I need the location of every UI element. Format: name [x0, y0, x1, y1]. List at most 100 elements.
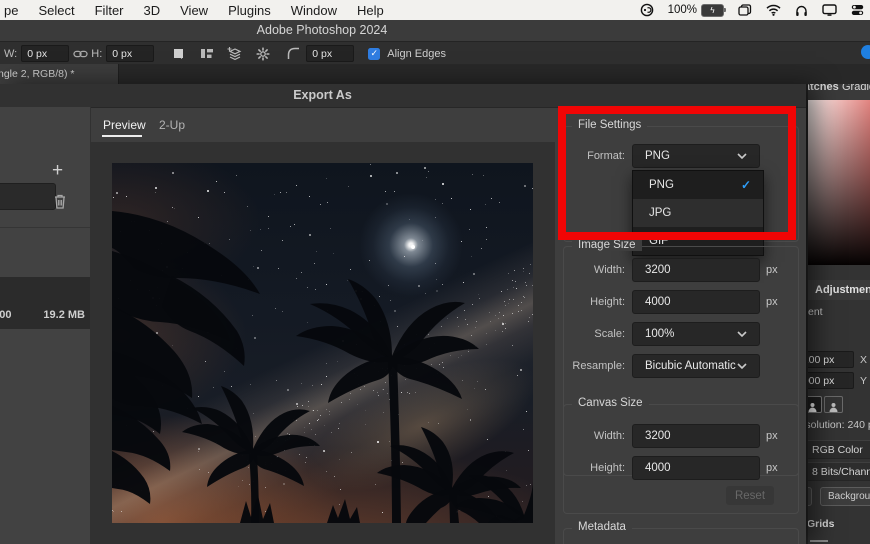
width-option-label: W:: [4, 47, 18, 60]
corner-radius-icon: [282, 45, 304, 63]
path-alignment-icon[interactable]: [196, 45, 218, 63]
metadata-header: Metadata: [572, 521, 632, 533]
document-tab-label: ngle 2, RGB/8) *: [0, 68, 75, 80]
add-scale-button[interactable]: +: [52, 161, 63, 180]
preview-image[interactable]: [112, 163, 533, 523]
battery-indicator[interactable]: 100% ϟ: [667, 3, 726, 17]
menu-bar-status-area: 100% ϟ: [640, 0, 864, 20]
x-label: X: [860, 354, 868, 366]
canvas-height-label: Height:: [590, 462, 625, 474]
image-height-label: Height:: [590, 296, 625, 308]
app-title: Adobe Photoshop 2024: [256, 23, 388, 37]
dialog-title: Export As: [293, 88, 352, 102]
bit-depth-row[interactable]: 8 Bits/Channel: [806, 462, 870, 481]
image-width-label: Width:: [593, 264, 625, 276]
metadata-section: Metadata: [563, 521, 799, 544]
menu-item-help[interactable]: Help: [347, 3, 394, 18]
menu-item-3d[interactable]: 3D: [134, 3, 171, 18]
notification-badge: [861, 45, 870, 59]
shape-height-field[interactable]: 0 px: [106, 45, 155, 62]
grids-section-label: Grids: [807, 518, 835, 530]
app-title-bar: Adobe Photoshop 2024: [0, 20, 870, 41]
adjustments-header-label: Adjustments: [815, 284, 870, 296]
highlight-rectangle: [558, 106, 796, 240]
landscape-orientation-icon[interactable]: [824, 396, 843, 413]
canvas-width-value: 3200: [645, 430, 671, 442]
shape-settings-gear-icon[interactable]: [252, 45, 274, 63]
color-gradient-field[interactable]: [808, 100, 870, 265]
canvas-height-value: 4000: [645, 462, 671, 474]
canvas-height-unit: px: [766, 462, 778, 474]
export-size-row[interactable]: 4000 19.2 MB: [0, 277, 90, 329]
tool-options-bar: W: 0 px H: 0 px 0 px ✓ Align Edges: [0, 41, 870, 65]
menu-item-filter[interactable]: Filter: [85, 3, 134, 18]
height-option-label: H:: [91, 47, 103, 60]
adjustments-panel-header[interactable]: Adjustments: [806, 280, 870, 300]
resample-label: Resample:: [572, 360, 625, 372]
scale-dropdown[interactable]: 100%: [632, 322, 760, 346]
scale-label: Scale:: [594, 328, 625, 340]
shape-width-field[interactable]: 0 px: [21, 45, 70, 62]
stage-manager-icon[interactable]: [738, 4, 752, 16]
active-tab-underline: [102, 135, 142, 137]
color-mode-label: RGB Color: [812, 443, 863, 456]
menu-item-type[interactable]: pe: [0, 3, 28, 18]
creative-cloud-icon[interactable]: [640, 3, 654, 17]
canvas-size-header: Canvas Size: [572, 397, 649, 409]
y-label: Y: [860, 375, 868, 387]
preview-area: [91, 142, 555, 544]
battery-percent-label: 100%: [667, 4, 697, 16]
link-dimensions-icon[interactable]: [69, 45, 91, 63]
divider: [0, 227, 90, 228]
image-height-field[interactable]: 4000: [632, 290, 760, 314]
wifi-icon[interactable]: [766, 4, 781, 16]
background-button[interactable]: Background: [820, 487, 870, 506]
battery-icon: ϟ: [701, 3, 726, 17]
reset-button[interactable]: Reset: [726, 486, 774, 505]
chevron-down-icon: [737, 363, 747, 369]
chevron-down-icon: [737, 331, 747, 337]
export-size-value: 4000: [0, 309, 12, 321]
resample-dropdown[interactable]: Bicubic Automatic: [632, 354, 760, 378]
suffix-field[interactable]: [0, 183, 56, 210]
scale-list-panel: + 4000 19.2 MB: [0, 107, 91, 544]
document-tab-bar: ngle 2, RGB/8) *: [0, 64, 870, 84]
canvas-height-field[interactable]: 4000: [632, 456, 760, 480]
image-width-field[interactable]: 3200: [632, 258, 760, 282]
tab-preview[interactable]: Preview: [103, 118, 146, 132]
background-button-label: Background: [828, 491, 870, 502]
dialog-title-bar[interactable]: Export As: [0, 84, 806, 108]
export-file-size: 19.2 MB: [43, 309, 85, 321]
image-height-value: 4000: [645, 296, 671, 308]
image-height-unit: px: [766, 296, 778, 308]
macos-menu-bar: pe Select Filter 3D View Plugins Window …: [0, 0, 870, 20]
align-edges-checkbox[interactable]: ✓: [368, 47, 381, 60]
grids-divider: [810, 540, 828, 542]
menu-item-view[interactable]: View: [170, 3, 218, 18]
align-edges-label: Align Edges: [387, 47, 446, 60]
path-operations-icon[interactable]: [168, 45, 190, 63]
canvas-width-label: Width:: [593, 430, 625, 442]
photoshop-screen: pe Select Filter 3D View Plugins Window …: [0, 0, 870, 544]
control-center-icon[interactable]: [851, 4, 864, 16]
menu-item-select[interactable]: Select: [28, 3, 84, 18]
palm-silhouettes: [112, 211, 533, 523]
headphones-icon[interactable]: [795, 4, 808, 17]
resample-value: Bicubic Automatic: [645, 360, 736, 372]
tab-2up[interactable]: 2-Up: [159, 118, 185, 132]
delete-scale-icon[interactable]: [53, 193, 67, 214]
scale-value: 100%: [645, 328, 675, 340]
document-tab[interactable]: ngle 2, RGB/8) *: [0, 64, 119, 84]
image-width-unit: px: [766, 264, 778, 276]
canvas-width-field[interactable]: 3200: [632, 424, 760, 448]
image-width-value: 3200: [645, 264, 671, 276]
canvas-width-unit: px: [766, 430, 778, 442]
image-size-header: Image Size: [572, 239, 642, 251]
menu-item-plugins[interactable]: Plugins: [218, 3, 281, 18]
display-icon[interactable]: [822, 4, 837, 16]
corner-radius-field[interactable]: 0 px: [306, 45, 355, 62]
menu-item-window[interactable]: Window: [281, 3, 347, 18]
color-mode-row[interactable]: RGB Color: [806, 440, 870, 459]
path-arrangement-icon[interactable]: [224, 45, 246, 63]
panel-text-fragment: ent: [808, 306, 823, 318]
